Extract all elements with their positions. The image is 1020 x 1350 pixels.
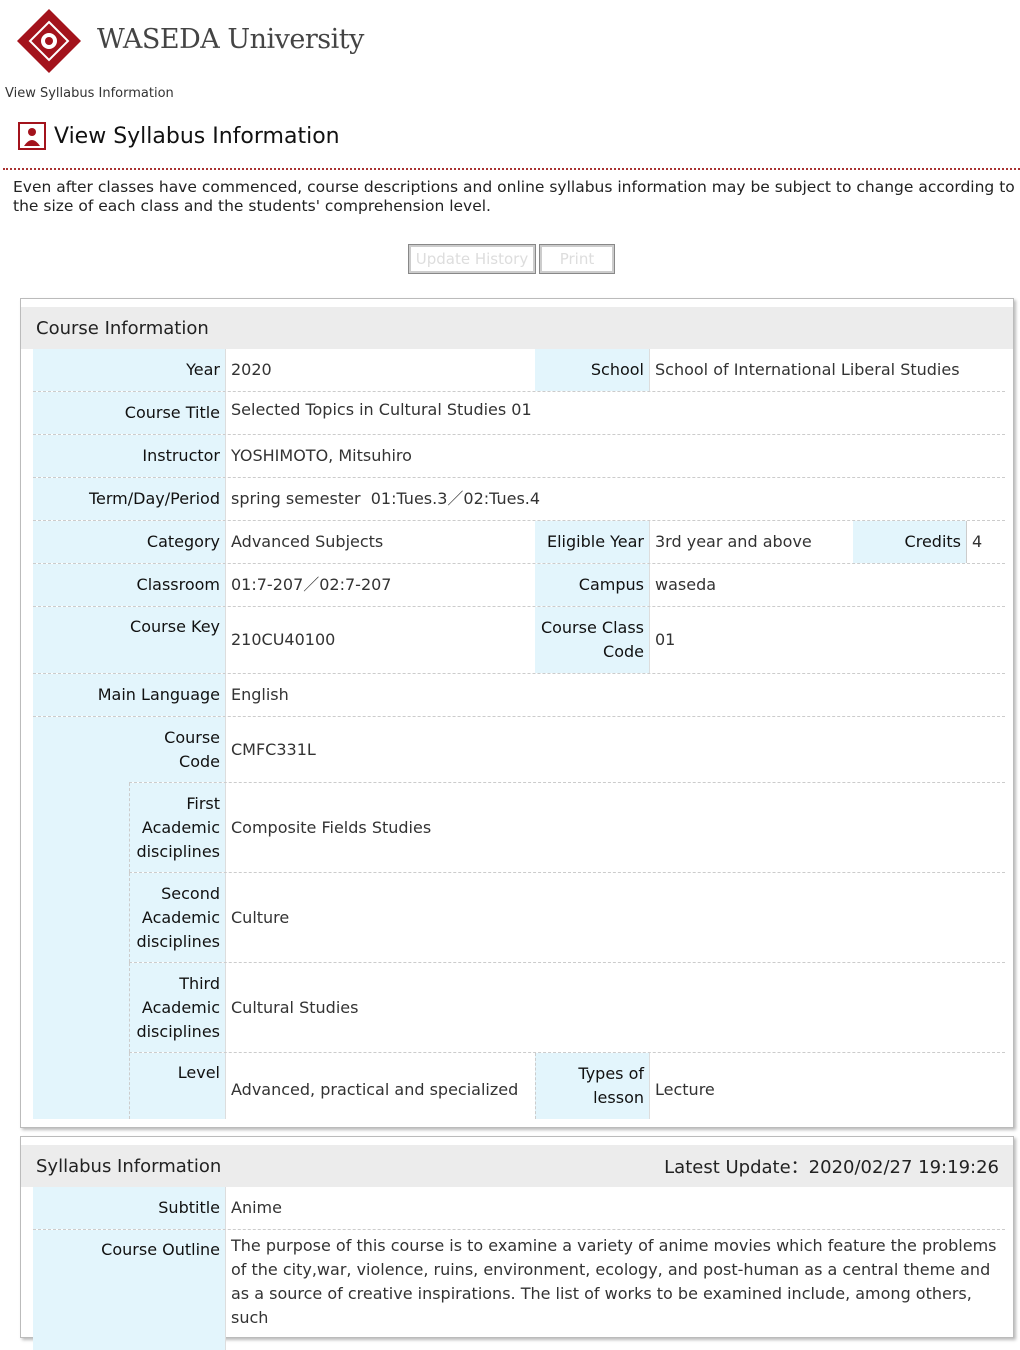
course-code-group: Course Code CMFC331L First Academic disc… [33, 717, 1005, 1119]
latest-update: Latest Update：2020/02/27 19:19:26 [664, 1157, 999, 1178]
table-row: Course Title Selected Topics in Cultural… [33, 392, 1005, 435]
year-value: 2020 [225, 349, 535, 391]
category-label: Category [33, 521, 225, 563]
table-row: Course Outline The purpose of this cours… [33, 1230, 1005, 1350]
term-value: spring semester 01:Tues.3／02:Tues.4 [225, 478, 1005, 520]
lesson-type-label: Types of lesson [535, 1053, 649, 1119]
breadcrumb: View Syllabus Information [5, 86, 174, 101]
waseda-logo-icon[interactable] [16, 8, 82, 74]
course-code-value: CMFC331L [225, 717, 1005, 782]
notice-text: Even after classes have commenced, cours… [13, 178, 1015, 215]
table-row: Classroom 01:7-207／02:7-207 Campus wased… [33, 564, 1005, 607]
print-button[interactable]: Print [539, 244, 615, 274]
site-header: WASEDA University [0, 0, 1020, 82]
first-discipline-label: First Academic disciplines [129, 783, 225, 872]
second-discipline-label: Second Academic disciplines [129, 873, 225, 962]
campus-label: Campus [535, 564, 649, 606]
campus-value: waseda [649, 564, 1005, 606]
course-outline-value: The purpose of this course is to examine… [225, 1230, 1005, 1350]
course-key-label: Course Key [33, 607, 225, 673]
course-info-heading: Course Information [21, 299, 1013, 349]
table-row: Subtitle Anime [33, 1187, 1005, 1230]
credits-label: Credits [853, 521, 967, 563]
instructor-value: YOSHIMOTO, Mitsuhiro [225, 435, 1005, 477]
table-row: First Academic disciplines Composite Fie… [129, 783, 1005, 873]
third-discipline-label: Third Academic disciplines [129, 963, 225, 1052]
course-info-panel: Course Information Year 2020 School Scho… [20, 298, 1014, 1128]
main-language-label: Main Language [33, 674, 225, 716]
level-label: Level [129, 1053, 225, 1119]
action-buttons: Update History Print [408, 244, 615, 274]
course-title-label: Course Title [33, 392, 225, 434]
subtitle-value: Anime [225, 1187, 1005, 1229]
main-language-value: English [225, 674, 1005, 716]
classroom-label: Classroom [33, 564, 225, 606]
table-row: Level Advanced, practical and specialize… [129, 1053, 1005, 1119]
syllabus-info-title: Syllabus Information [36, 1155, 222, 1177]
instructor-label: Instructor [33, 435, 225, 477]
course-info-title: Course Information [36, 317, 209, 339]
course-code-label: Course Code [129, 717, 225, 782]
course-key-value: 210CU40100 [225, 607, 535, 673]
course-title-value: Selected Topics in Cultural Studies 01 [225, 392, 1005, 434]
eligible-year-value: 3rd year and above [649, 521, 853, 563]
subtitle-label: Subtitle [33, 1187, 225, 1229]
table-row: Category Advanced Subjects Eligible Year… [33, 521, 1005, 564]
school-label: School [535, 349, 649, 391]
table-row: Year 2020 School School of International… [33, 349, 1005, 392]
classroom-value: 01:7-207／02:7-207 [225, 564, 535, 606]
credits-value: 4 [972, 532, 983, 551]
instructor-icon [18, 122, 46, 150]
table-row: Term/Day/Period spring semester 01:Tues.… [33, 478, 1005, 521]
level-value: Advanced, practical and specialized [225, 1053, 535, 1119]
page-title-text: View Syllabus Information [54, 123, 340, 149]
syllabus-info-panel: Syllabus Information Latest Update：2020/… [20, 1136, 1014, 1350]
first-discipline-value: Composite Fields Studies [225, 783, 1005, 872]
table-row: Second Academic disciplines Culture [129, 873, 1005, 963]
title-divider [3, 168, 1020, 170]
page-title: View Syllabus Information [18, 122, 340, 150]
school-value: School of International Liberal Studies [649, 349, 1005, 391]
eligible-year-label: Eligible Year [535, 521, 649, 563]
table-row: Third Academic disciplines Cultural Stud… [129, 963, 1005, 1053]
course-class-code-value: 01 [649, 607, 1005, 673]
syllabus-info-heading: Syllabus Information Latest Update：2020/… [21, 1137, 1013, 1187]
term-label: Term/Day/Period [33, 478, 225, 520]
course-outline-label: Course Outline [33, 1230, 225, 1350]
course-code-group-side [33, 717, 129, 1119]
second-discipline-value: Culture [225, 873, 1005, 962]
table-row: Course Key 210CU40100 Course Class Code … [33, 607, 1005, 674]
update-history-button[interactable]: Update History [408, 244, 536, 274]
year-label: Year [33, 349, 225, 391]
lesson-type-value: Lecture [649, 1053, 1005, 1119]
third-discipline-value: Cultural Studies [225, 963, 1005, 1052]
table-row: Instructor YOSHIMOTO, Mitsuhiro [33, 435, 1005, 478]
brand-name: WASEDA University [97, 24, 364, 55]
table-row: Course Code CMFC331L [129, 717, 1005, 783]
course-class-code-label: Course Class Code [535, 607, 649, 673]
category-value: Advanced Subjects [225, 521, 535, 563]
table-row: Main Language English [33, 674, 1005, 717]
